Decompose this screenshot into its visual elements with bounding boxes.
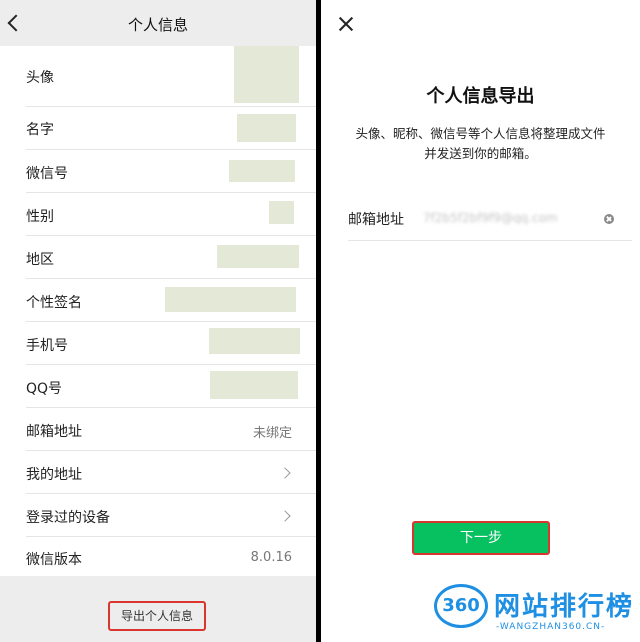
row-signature[interactable]: 个性签名 [0, 278, 316, 321]
row-version: 微信版本 8.0.16 [0, 536, 316, 576]
row-label: 微信号 [26, 166, 68, 182]
row-label: 登录过的设备 [26, 510, 110, 526]
wechat-id-value [229, 160, 295, 182]
name-value [237, 114, 296, 142]
nav-bar: 个人信息 [0, 0, 316, 46]
row-label: 我的地址 [26, 467, 82, 483]
row-label: 微信版本 [26, 552, 82, 568]
row-gender[interactable]: 性别 [0, 192, 316, 235]
row-email[interactable]: 邮箱地址 未绑定 [0, 407, 316, 450]
description-line: 并发送到你的邮箱。 [424, 146, 537, 161]
row-label: 头像 [26, 70, 54, 86]
email-label: 邮箱地址 [348, 212, 404, 228]
export-title: 个人信息导出 [426, 86, 535, 107]
row-label: 个性签名 [26, 295, 82, 311]
watermark-text: 网站排行榜 [494, 592, 635, 622]
watermark-url: -WANGZHAN360.CN- [496, 622, 606, 632]
next-step-button[interactable]: 下一步 [412, 521, 550, 555]
row-region[interactable]: 地区 [0, 235, 316, 278]
watermark-logo: 360 [434, 584, 488, 628]
row-label: 邮箱地址 [26, 424, 82, 440]
close-icon[interactable] [339, 17, 353, 31]
row-label: QQ号 [26, 381, 63, 397]
chevron-right-icon [279, 467, 291, 479]
export-personal-info-button[interactable]: 导出个人信息 [108, 601, 206, 631]
export-screen: 个人信息导出 头像、昵称、微信号等个人信息将整理成文件 并发送到你的邮箱。 邮箱… [321, 0, 640, 642]
clear-icon[interactable] [604, 214, 614, 224]
page-title: 个人信息 [127, 16, 188, 34]
row-label: 手机号 [26, 338, 68, 354]
phone-value [209, 328, 300, 354]
export-description: 头像、昵称、微信号等个人信息将整理成文件 并发送到你的邮箱。 [341, 124, 620, 164]
email-field[interactable] [423, 208, 593, 228]
row-qq[interactable]: QQ号 [0, 364, 316, 407]
divider [348, 240, 632, 241]
row-phone[interactable]: 手机号 [0, 321, 316, 364]
row-label: 地区 [26, 252, 54, 268]
personal-info-screen: 个人信息 头像 名字 微信号 性别 地区 个性签名 手机号 QQ号 邮箱地址 未… [0, 0, 316, 642]
row-label: 性别 [26, 209, 54, 225]
row-my-address[interactable]: 我的地址 [0, 450, 316, 493]
version-value: 8.0.16 [250, 550, 292, 565]
region-value [217, 245, 299, 268]
email-status: 未绑定 [252, 426, 292, 441]
description-line: 头像、昵称、微信号等个人信息将整理成文件 [355, 126, 606, 141]
row-wechat-id[interactable]: 微信号 [0, 149, 316, 192]
row-label: 名字 [26, 122, 54, 138]
signature-value [165, 287, 296, 312]
avatar [234, 46, 299, 103]
qq-value [210, 371, 298, 399]
info-list: 头像 名字 微信号 性别 地区 个性签名 手机号 QQ号 邮箱地址 未绑定 我的… [0, 46, 316, 576]
row-devices[interactable]: 登录过的设备 [0, 493, 316, 536]
chevron-right-icon [279, 510, 291, 522]
row-avatar[interactable]: 头像 [0, 46, 316, 106]
gender-value [269, 201, 294, 224]
row-name[interactable]: 名字 [0, 106, 316, 148]
